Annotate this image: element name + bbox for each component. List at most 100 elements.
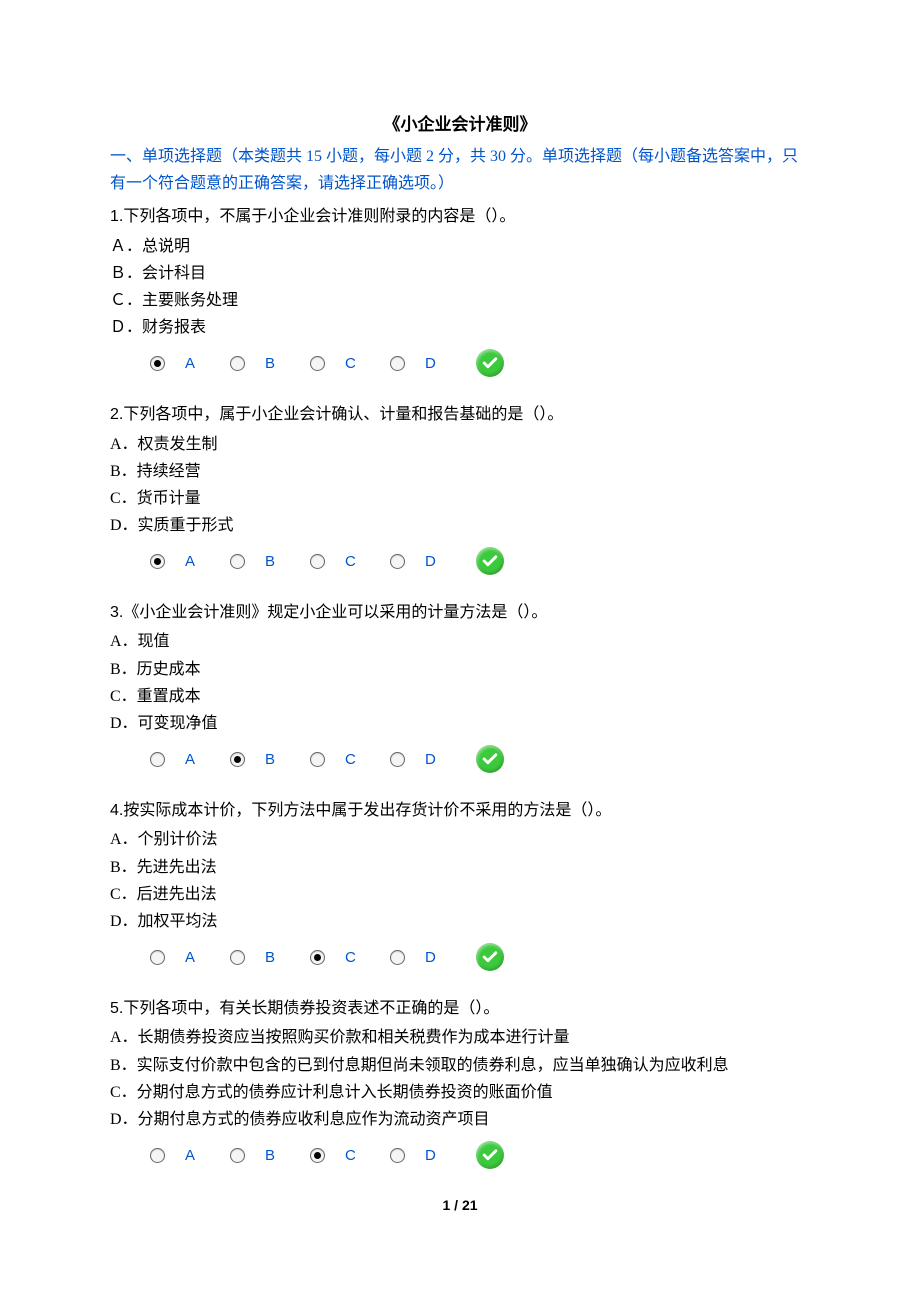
answer-choice[interactable]: D: [390, 553, 470, 570]
answer-choice[interactable]: A: [150, 355, 230, 372]
answer-letter: B: [265, 355, 275, 372]
answer-row: A B C D: [110, 341, 810, 395]
question-text: 3.《小企业会计准则》规定小企业可以采用的计量方法是（）。: [110, 599, 810, 626]
question: 2.下列各项中，属于小企业会计确认、计量和报告基础的是（）。 A．权责发生制B．持…: [110, 401, 810, 593]
answer-choice[interactable]: B: [230, 553, 310, 570]
question-stem: 下列各项中，不属于小企业会计准则附录的内容是（）。: [123, 208, 515, 225]
question-option: Ｃ．主要账务处理: [110, 287, 810, 314]
question-option: B．先进先出法: [110, 854, 810, 881]
question-option: A．长期债券投资应当按照购买价款和相关税费作为成本进行计量: [110, 1024, 810, 1051]
question-option: B．实际支付价款中包含的已到付息期但尚未领取的债券利息，应当单独确认为应收利息: [110, 1052, 810, 1079]
answer-letter: B: [265, 553, 275, 570]
question-option: C．后进先出法: [110, 881, 810, 908]
answer-letter: A: [185, 949, 195, 966]
answer-row: A B C D: [110, 935, 810, 989]
question-stem: 下列各项中，有关长期债券投资表述不正确的是（）。: [123, 1000, 499, 1017]
answer-letter: D: [425, 751, 436, 768]
answer-choice[interactable]: C: [310, 949, 390, 966]
question: 4.按实际成本计价，下列方法中属于发出存货计价不采用的方法是（）。A．个别计价法…: [110, 797, 810, 989]
answer-choice[interactable]: A: [150, 949, 230, 966]
question-number: 5.: [110, 1000, 123, 1017]
correct-check-icon: [476, 745, 504, 773]
radio-icon[interactable]: [310, 356, 325, 371]
question-option: A．权责发生制: [110, 431, 810, 458]
answer-choice[interactable]: A: [150, 1147, 230, 1164]
radio-icon[interactable]: [310, 1148, 325, 1163]
question: 3.《小企业会计准则》规定小企业可以采用的计量方法是（）。A．现值B．历史成本C…: [110, 599, 810, 791]
question: 5.下列各项中，有关长期债券投资表述不正确的是（）。A．长期债券投资应当按照购买…: [110, 995, 810, 1187]
question-text: 5.下列各项中，有关长期债券投资表述不正确的是（）。: [110, 995, 810, 1022]
answer-letter: C: [345, 553, 356, 570]
answer-letter: D: [425, 1147, 436, 1164]
correct-check-icon: [476, 943, 504, 971]
question: 1.下列各项中，不属于小企业会计准则附录的内容是（）。Ａ．总说明Ｂ．会计科目Ｃ．…: [110, 203, 810, 395]
answer-choice[interactable]: C: [310, 553, 390, 570]
answer-choice[interactable]: A: [150, 553, 230, 570]
question-option: C．分期付息方式的债券应计利息计入长期债券投资的账面价值: [110, 1079, 810, 1106]
answer-letter: C: [345, 1147, 356, 1164]
question-option: C．重置成本: [110, 683, 810, 710]
answer-choice[interactable]: B: [230, 949, 310, 966]
answer-choice[interactable]: A: [150, 751, 230, 768]
answer-row: A B C D: [110, 539, 810, 593]
radio-icon[interactable]: [230, 1148, 245, 1163]
correct-check-icon: [476, 349, 504, 377]
question-stem: 按实际成本计价，下列方法中属于发出存货计价不采用的方法是（）。: [123, 802, 611, 819]
radio-icon[interactable]: [150, 752, 165, 767]
answer-row: A B C D: [110, 1133, 810, 1187]
question-option: B．持续经营: [110, 458, 810, 485]
radio-icon[interactable]: [390, 752, 405, 767]
question-number: 1.: [110, 208, 123, 225]
radio-icon[interactable]: [390, 1148, 405, 1163]
question-number: 3.: [110, 604, 123, 621]
answer-choice[interactable]: B: [230, 355, 310, 372]
radio-icon[interactable]: [230, 554, 245, 569]
answer-choice[interactable]: C: [310, 1147, 390, 1164]
correct-check-icon: [476, 547, 504, 575]
question-stem: 下列各项中，属于小企业会计确认、计量和报告基础的是（）。: [123, 406, 563, 423]
answer-letter: B: [265, 1147, 275, 1164]
radio-icon[interactable]: [390, 554, 405, 569]
answer-choice[interactable]: C: [310, 751, 390, 768]
answer-choice[interactable]: D: [390, 1147, 470, 1164]
question-option: C．货币计量: [110, 485, 810, 512]
radio-icon[interactable]: [310, 752, 325, 767]
answer-choice[interactable]: D: [390, 751, 470, 768]
radio-icon[interactable]: [390, 950, 405, 965]
section-instructions: 一、单项选择题（本类题共 15 小题，每小题 2 分，共 30 分。单项选择题（…: [110, 143, 810, 197]
question-text: 4.按实际成本计价，下列方法中属于发出存货计价不采用的方法是（）。: [110, 797, 810, 824]
question-text: 1.下列各项中，不属于小企业会计准则附录的内容是（）。: [110, 203, 810, 230]
answer-choice[interactable]: B: [230, 751, 310, 768]
doc-title: 《小企业会计准则》: [110, 110, 810, 135]
answer-letter: B: [265, 949, 275, 966]
page-number: 1 / 21: [110, 1197, 810, 1213]
answer-letter: C: [345, 751, 356, 768]
answer-letter: D: [425, 553, 436, 570]
question-stem: 《小企业会计准则》规定小企业可以采用的计量方法是（）。: [123, 604, 547, 621]
answer-choice[interactable]: C: [310, 355, 390, 372]
answer-letter: C: [345, 949, 356, 966]
radio-icon[interactable]: [230, 950, 245, 965]
radio-icon[interactable]: [310, 554, 325, 569]
radio-icon[interactable]: [310, 950, 325, 965]
answer-letter: D: [425, 949, 436, 966]
question-text: 2.下列各项中，属于小企业会计确认、计量和报告基础的是（）。: [110, 401, 810, 428]
radio-icon[interactable]: [390, 356, 405, 371]
radio-icon[interactable]: [150, 554, 165, 569]
answer-letter: B: [265, 751, 275, 768]
answer-choice[interactable]: D: [390, 355, 470, 372]
answer-letter: C: [345, 355, 356, 372]
answer-letter: A: [185, 751, 195, 768]
radio-icon[interactable]: [150, 356, 165, 371]
radio-icon[interactable]: [230, 356, 245, 371]
answer-choice[interactable]: D: [390, 949, 470, 966]
answer-letter: A: [185, 553, 195, 570]
answer-choice[interactable]: B: [230, 1147, 310, 1164]
radio-icon[interactable]: [230, 752, 245, 767]
radio-icon[interactable]: [150, 1148, 165, 1163]
question-number: 4.: [110, 802, 123, 819]
question-option: Ｄ．财务报表: [110, 314, 810, 341]
answer-letter: D: [425, 355, 436, 372]
radio-icon[interactable]: [150, 950, 165, 965]
question-option: B．历史成本: [110, 656, 810, 683]
